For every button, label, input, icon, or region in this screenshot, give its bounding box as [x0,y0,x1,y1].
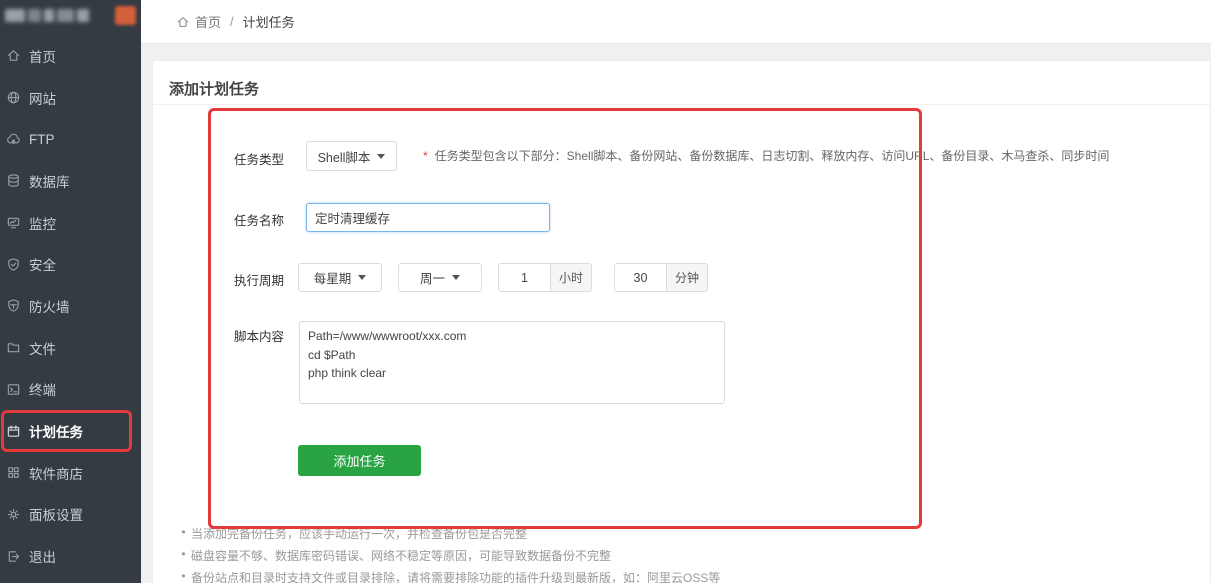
cycle-day-select[interactable]: 周一 [398,263,482,292]
bullet-icon: • [176,525,191,539]
terminal-icon [6,382,21,397]
breadcrumb-current: 计划任务 [243,12,295,31]
chevron-down-icon [377,154,385,159]
cycle-label: 执行周期 [234,270,298,289]
breadcrumb-separator: / [230,14,234,29]
sidebar-item-monitor[interactable]: 监控 [0,202,141,244]
title-divider [153,104,1210,105]
footnote-text: 当添加完备份任务，应该手动运行一次，并检查备份包是否完整 [191,525,527,542]
firewall-shield-icon [6,298,21,313]
breadcrumb-home-link[interactable]: 首页 [176,12,221,31]
cycle-period-value: 每星期 [314,268,352,287]
gear-icon [6,507,21,522]
monitor-icon [6,215,21,230]
home-icon [176,15,190,29]
sidebar-item-website[interactable]: 网站 [0,77,141,119]
breadcrumb: 首页 / 计划任务 [176,12,295,31]
sidebar-item-label: 网站 [29,88,56,108]
bullet-icon: • [176,547,191,561]
panel-logo[interactable] [0,0,141,26]
script-label: 脚本内容 [234,326,298,345]
required-asterisk: * [423,149,428,163]
footnote-text: 备份站点和目录时支持文件或目录排除，请将需要排除功能的插件升级到最新版，如：阿里… [191,569,720,583]
sidebar-item-appstore[interactable]: 软件商店 [0,452,141,494]
sidebar-item-label: 首页 [29,46,56,66]
add-task-button[interactable]: 添加任务 [298,445,421,476]
sidebar-item-terminal[interactable]: 终端 [0,369,141,411]
breadcrumb-home-label: 首页 [195,12,221,31]
sidebar: 首页 网站 FTP 数据库 监控 安全 [0,0,141,583]
sidebar-item-label: FTP [29,132,55,147]
sidebar-item-label: 数据库 [29,171,70,191]
footnote-text: 磁盘容量不够、数据库密码错误、网络不稳定等原因，可能导致数据备份不完整 [191,547,611,564]
sidebar-item-home[interactable]: 首页 [0,35,141,77]
ftp-icon [6,132,21,147]
footnote-item: • 磁盘容量不够、数据库密码错误、网络不稳定等原因，可能导致数据备份不完整 [176,547,720,569]
cycle-minute-group: 分钟 [614,263,708,292]
logo-accent-icon [115,6,136,25]
sidebar-item-files[interactable]: 文件 [0,327,141,369]
task-type-hint: * 任务类型包含以下部分：Shell脚本、备份网站、备份数据库、日志切割、释放内存… [423,141,1109,171]
script-content-textarea[interactable]: Path=/www/wwwroot/xxx.com cd $Path php t… [299,321,725,404]
grid-icon [6,465,21,480]
sidebar-item-security[interactable]: 安全 [0,243,141,285]
page-title: 添加计划任务 [169,78,259,99]
cycle-period-select[interactable]: 每星期 [298,263,382,292]
cycle-hour-input[interactable] [499,264,550,291]
sidebar-item-cron[interactable]: 计划任务 [0,410,141,452]
sidebar-item-label: 终端 [29,379,56,399]
sidebar-item-ftp[interactable]: FTP [0,118,141,160]
logout-icon [6,549,21,564]
task-type-value: Shell脚本 [318,147,371,166]
panel-page: 首页 网站 FTP 数据库 监控 安全 [0,0,1211,583]
sidebar-item-label: 防火墙 [29,296,70,316]
footnotes: • 当添加完备份任务，应该手动运行一次，并检查备份包是否完整 • 磁盘容量不够、… [176,525,720,583]
cycle-minute-unit: 分钟 [666,264,707,291]
sidebar-nav: 首页 网站 FTP 数据库 监控 安全 [0,35,141,577]
sidebar-item-firewall[interactable]: 防火墙 [0,285,141,327]
home-icon [6,48,21,63]
chevron-down-icon [452,275,460,280]
sidebar-item-label: 计划任务 [29,421,83,441]
task-type-hint-text: 任务类型包含以下部分：Shell脚本、备份网站、备份数据库、日志切割、释放内存、… [435,149,1110,163]
sidebar-item-database[interactable]: 数据库 [0,160,141,202]
topbar: 首页 / 计划任务 [141,0,1211,44]
sidebar-item-label: 监控 [29,213,56,233]
database-icon [6,173,21,188]
cycle-day-value: 周一 [420,268,445,287]
sidebar-item-label: 软件商店 [29,463,83,483]
task-name-label: 任务名称 [234,210,298,229]
sidebar-item-label: 安全 [29,254,56,274]
content-card: 添加计划任务 任务类型 Shell脚本 * 任务类型包含以下部分：Shell脚本、… [152,60,1211,583]
chevron-down-icon [358,275,366,280]
task-name-input[interactable] [306,203,550,232]
cycle-hour-unit: 小时 [550,264,591,291]
cycle-minute-input[interactable] [615,264,666,291]
sidebar-item-label: 文件 [29,338,56,358]
task-type-label: 任务类型 [234,149,298,168]
sidebar-item-settings[interactable]: 面板设置 [0,494,141,536]
sidebar-item-label: 面板设置 [29,504,83,524]
task-type-select[interactable]: Shell脚本 [306,141,397,171]
footnote-item: • 当添加完备份任务，应该手动运行一次，并检查备份包是否完整 [176,525,720,547]
footnote-item: • 备份站点和目录时支持文件或目录排除，请将需要排除功能的插件升级到最新版，如：… [176,569,720,583]
folder-icon [6,340,21,355]
sidebar-item-logout[interactable]: 退出 [0,535,141,577]
calendar-icon [6,424,21,439]
website-icon [6,90,21,105]
logo-text-redacted [5,9,89,22]
security-shield-icon [6,257,21,272]
cycle-hour-group: 小时 [498,263,592,292]
sidebar-item-label: 退出 [29,546,56,566]
bullet-icon: • [176,569,191,583]
